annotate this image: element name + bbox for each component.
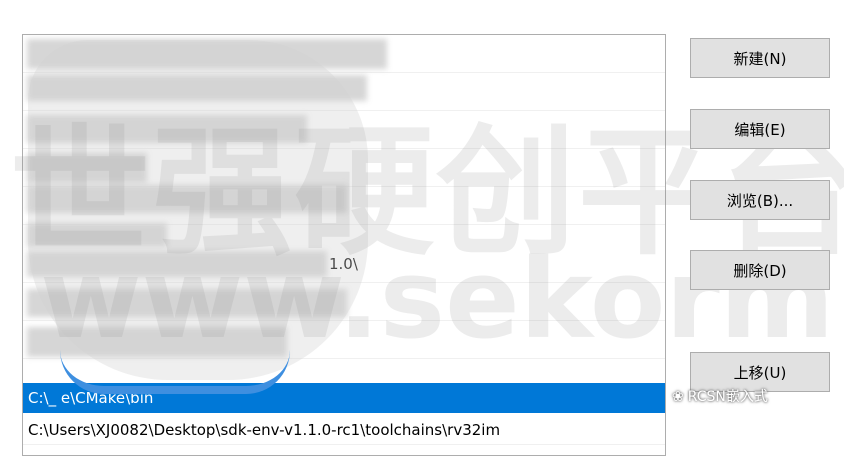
- list-item[interactable]: C:\Users\XJ0082\Desktop\sdk-env-v1.1.0-r…: [23, 415, 665, 445]
- redacted-block: [27, 75, 367, 101]
- new-button[interactable]: 新建(N): [690, 38, 830, 78]
- redacted-block: [27, 251, 327, 277]
- redacted-block: [27, 289, 347, 317]
- redacted-block: [27, 185, 347, 213]
- browse-button[interactable]: 浏览(B)...: [690, 180, 830, 220]
- redacted-block: [27, 223, 167, 247]
- redacted-block: [27, 39, 387, 69]
- delete-button[interactable]: 删除(D): [690, 250, 830, 290]
- wechat-icon: ❀: [672, 389, 684, 405]
- redacted-block: [27, 153, 147, 183]
- redacted-block: [27, 115, 307, 143]
- list-item-selected[interactable]: C:\_ e\CMake\bin: [23, 383, 665, 413]
- watermark-badge: ❀ RCSN嵌入式: [672, 386, 768, 406]
- edit-button[interactable]: 编辑(E): [690, 109, 830, 149]
- list-item-text: 1.0\: [329, 255, 358, 273]
- path-list[interactable]: 1.0\ C:\_ e\CMake\bin C:\Users\XJ0082\De…: [22, 34, 666, 456]
- watermark-badge-text: RCSN嵌入式: [687, 389, 768, 405]
- redacted-block: [27, 327, 287, 357]
